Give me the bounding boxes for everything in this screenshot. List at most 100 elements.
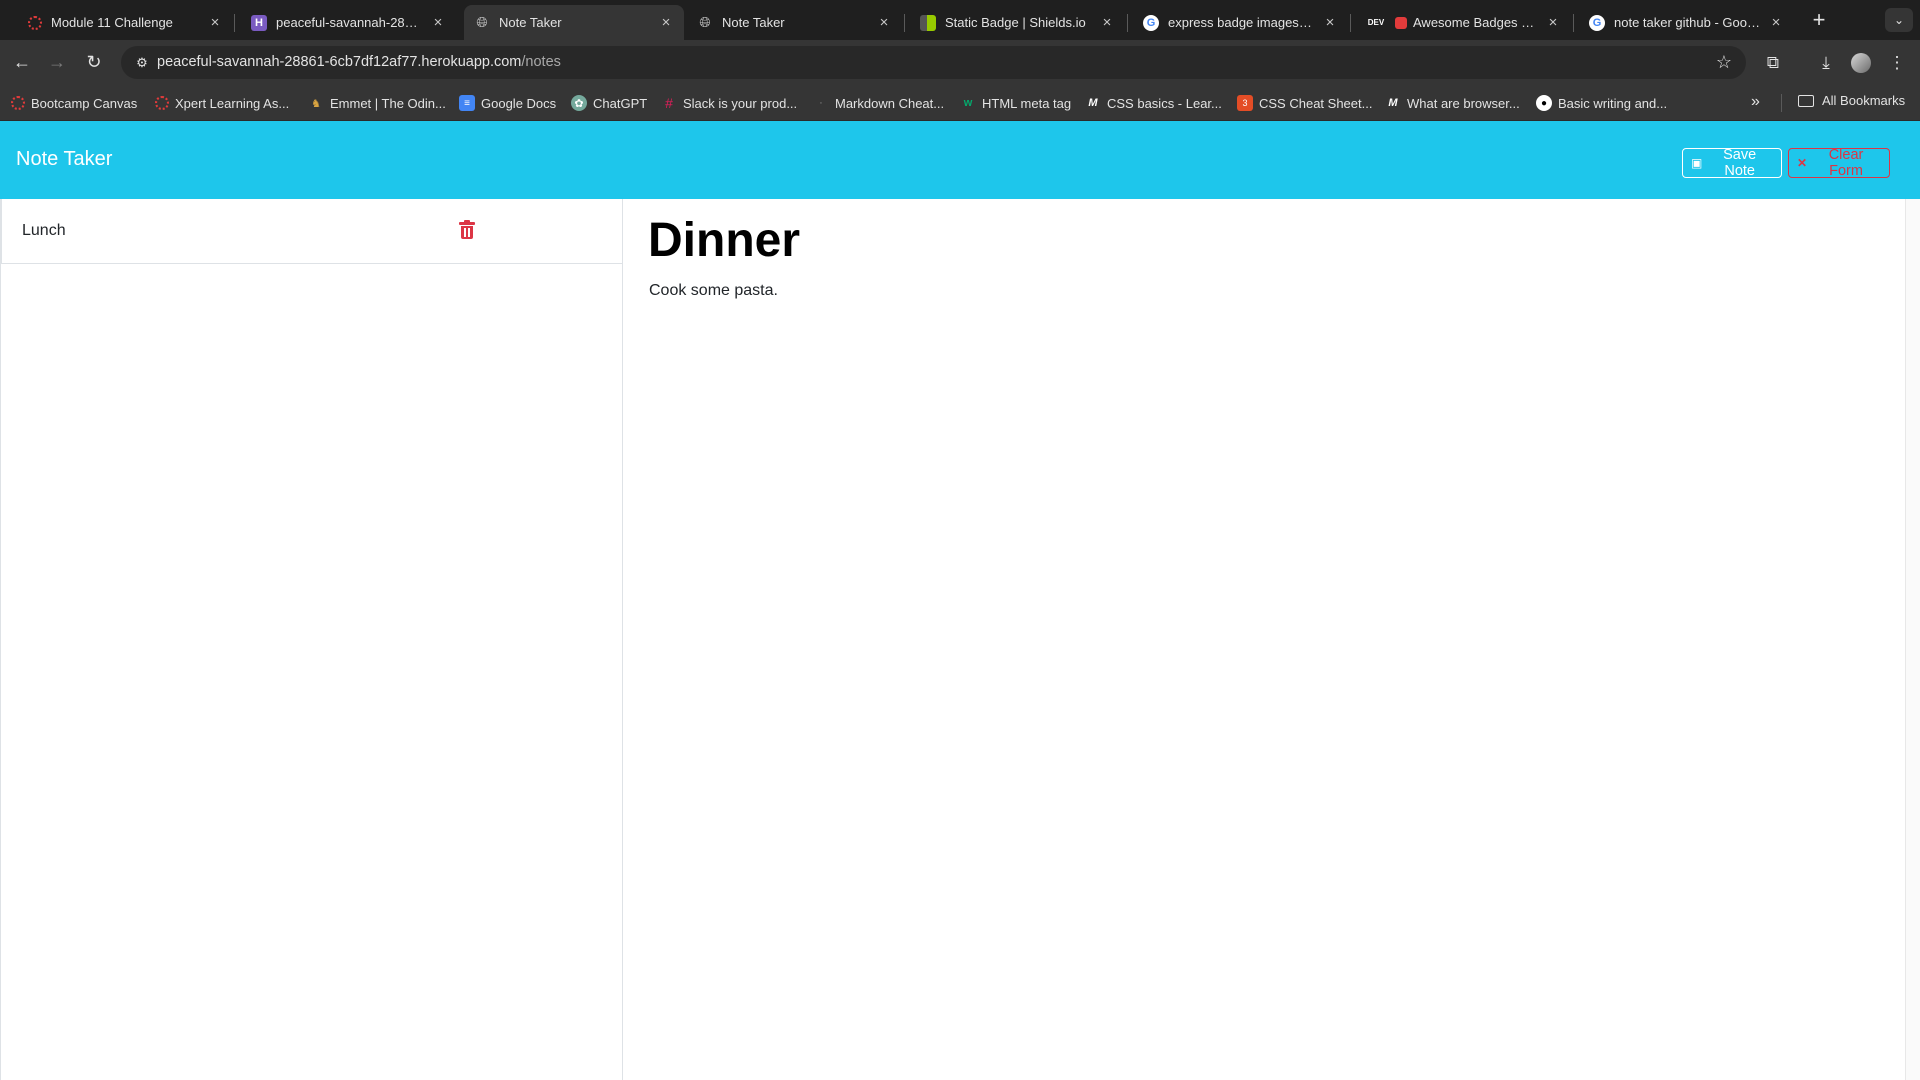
all-bookmarks-label: All Bookmarks xyxy=(1822,93,1906,108)
back-button[interactable]: ← xyxy=(7,47,37,77)
trash-icon[interactable] xyxy=(459,220,475,240)
bookmark-item[interactable]: · Markdown Cheat... xyxy=(813,93,944,113)
menu-kebab-icon[interactable]: ⋮ xyxy=(1884,50,1910,76)
google-icon: G xyxy=(1589,14,1605,31)
dev-icon: DEV xyxy=(1367,18,1385,27)
save-note-label: Save Note xyxy=(1723,147,1757,179)
reload-button[interactable]: ↻ xyxy=(79,47,109,77)
bookmark-item[interactable]: M What are browser... xyxy=(1385,93,1520,113)
close-icon: ✕ xyxy=(1797,156,1808,170)
canvas-icon xyxy=(11,96,25,110)
forward-button[interactable]: → xyxy=(42,47,72,77)
folder-icon xyxy=(1798,94,1814,107)
bookmark-label: What are browser... xyxy=(1407,95,1520,111)
tab-heroku[interactable]: H peaceful-savannah-28861 × xyxy=(241,5,456,40)
close-icon[interactable]: × xyxy=(1545,14,1561,31)
bookmark-item[interactable]: # Slack is your prod... xyxy=(661,93,797,113)
extensions-icon[interactable]: ⧉ xyxy=(1760,50,1786,76)
bookmark-label: Markdown Cheat... xyxy=(835,95,945,111)
bookmark-star-icon[interactable]: ☆ xyxy=(1716,52,1732,73)
tab-google-search-note-taker[interactable]: G note taker github - Google × xyxy=(1579,5,1794,40)
close-icon[interactable]: × xyxy=(1322,14,1338,31)
tab-title: Module 11 Challenge xyxy=(51,15,173,30)
browser-tab-strip: Module 11 Challenge × H peaceful-savanna… xyxy=(0,0,1920,40)
mdn-icon: M xyxy=(1388,97,1398,109)
bookmark-item[interactable]: ✿ ChatGPT xyxy=(571,93,647,113)
browser-toolbar: ← → ↻ ⚙︎ peaceful-savannah-28861-6cb7df1… xyxy=(0,40,1920,85)
globe-icon: 🌐︎ xyxy=(699,14,711,30)
bookmark-item[interactable]: ● Basic writing and... xyxy=(1536,93,1667,113)
tab-module-11-challenge[interactable]: Module 11 Challenge × xyxy=(18,5,233,40)
bookmark-item[interactable]: w HTML meta tag xyxy=(960,93,1071,113)
all-bookmarks-button[interactable]: All Bookmarks xyxy=(1798,93,1905,108)
url-text[interactable]: peaceful-savannah-28861-6cb7df12af77.her… xyxy=(157,54,561,70)
bookmark-label: Bootcamp Canvas xyxy=(31,95,138,111)
bookmark-label: Google Docs xyxy=(481,95,557,111)
tab-title: Static Badge | Shields.io xyxy=(945,15,1086,30)
bookmark-label: CSS basics - Lear... xyxy=(1107,95,1222,111)
site-info-icon[interactable]: ⚙︎ xyxy=(133,54,151,72)
close-icon[interactable]: × xyxy=(1768,14,1784,31)
bookmark-item[interactable]: 3 CSS Cheat Sheet... xyxy=(1237,93,1372,113)
tab-divider xyxy=(1350,14,1351,32)
bookmark-label: HTML meta tag xyxy=(982,95,1072,111)
new-tab-button[interactable]: + xyxy=(1806,8,1832,34)
note-title-field[interactable]: Dinner xyxy=(648,213,800,268)
bookmark-label: Basic writing and... xyxy=(1558,95,1668,111)
download-icon[interactable]: ⤓ xyxy=(1813,50,1839,76)
tab-note-taker-active[interactable]: 🌐︎ Note Taker × xyxy=(464,5,684,40)
slack-icon: # xyxy=(665,95,673,111)
tab-title: peaceful-savannah-28861 xyxy=(276,15,422,30)
bookmark-item[interactable]: Bootcamp Canvas xyxy=(11,93,137,113)
bookmark-label: Slack is your prod... xyxy=(683,95,798,111)
scrollbar[interactable] xyxy=(1905,199,1920,1080)
tab-title: Note Taker xyxy=(499,15,562,30)
profile-avatar[interactable] xyxy=(1851,53,1871,73)
clear-form-button[interactable]: ✕ Clear Form xyxy=(1788,147,1890,179)
bookmark-item[interactable]: ♞ Emmet | The Odin... xyxy=(308,93,446,113)
css-icon: 3 xyxy=(1237,95,1253,111)
tab-title: note taker github - Google xyxy=(1614,15,1760,30)
google-icon: G xyxy=(1143,14,1159,31)
markdown-icon: · xyxy=(819,97,823,109)
bookmark-item[interactable]: Xpert Learning As... xyxy=(155,93,289,113)
mdn-icon: M xyxy=(1088,97,1098,109)
tab-shields[interactable]: Static Badge | Shields.io × xyxy=(910,5,1125,40)
close-icon[interactable]: × xyxy=(430,14,446,31)
brand-title[interactable]: Note Taker xyxy=(16,148,112,171)
floppy-disk-icon: ▣ xyxy=(1691,156,1703,170)
bookmark-divider xyxy=(1781,94,1782,112)
note-editor: Dinner Cook some pasta. xyxy=(624,199,1904,1080)
close-icon[interactable]: × xyxy=(876,14,892,31)
w3-icon: w xyxy=(963,97,973,109)
app-navbar: Note Taker ▣ Save Note ✕ Clear Form xyxy=(0,121,1920,199)
chatgpt-icon: ✿ xyxy=(571,95,587,111)
note-title[interactable]: Lunch xyxy=(22,222,66,240)
tab-awesome-badges[interactable]: DEV Awesome Badges - DEV × xyxy=(1356,5,1571,40)
close-icon[interactable]: × xyxy=(207,14,223,31)
more-bookmarks-chevron-icon[interactable]: » xyxy=(1751,93,1760,111)
bookmark-item[interactable]: ≡ Google Docs xyxy=(459,93,556,113)
badge-icon xyxy=(1395,16,1407,29)
close-icon[interactable]: × xyxy=(658,14,674,31)
tab-divider xyxy=(1127,14,1128,32)
tab-note-taker[interactable]: 🌐︎ Note Taker × xyxy=(687,5,902,40)
tab-title: Awesome Badges - DEV xyxy=(1413,15,1537,30)
close-icon[interactable]: × xyxy=(1099,14,1115,31)
tab-divider xyxy=(234,14,235,32)
tab-search-button[interactable]: ⌄ xyxy=(1885,8,1913,32)
canvas-icon xyxy=(28,15,42,30)
page-content: Note Taker ▣ Save Note ✕ Clear Form Lunc… xyxy=(0,121,1920,1080)
url-host: peaceful-savannah-28861-6cb7df12af77.her… xyxy=(157,54,522,70)
clear-form-label: Clear Form xyxy=(1828,147,1864,179)
save-note-button[interactable]: ▣ Save Note xyxy=(1682,147,1782,179)
bookmarks-bar: Bootcamp Canvas Xpert Learning As... ♞ E… xyxy=(0,85,1920,121)
tab-google-search-express-badge[interactable]: G express badge imageshields × xyxy=(1133,5,1348,40)
tab-title: Note Taker xyxy=(722,15,785,30)
note-text-field[interactable]: Cook some pasta. xyxy=(649,282,778,300)
address-bar[interactable]: ⚙︎ peaceful-savannah-28861-6cb7df12af77.… xyxy=(121,46,1746,79)
bookmark-item[interactable]: M CSS basics - Lear... xyxy=(1085,93,1222,113)
list-item[interactable]: Lunch xyxy=(1,199,623,264)
odin-icon: ♞ xyxy=(311,97,321,110)
bookmark-label: ChatGPT xyxy=(593,95,648,111)
